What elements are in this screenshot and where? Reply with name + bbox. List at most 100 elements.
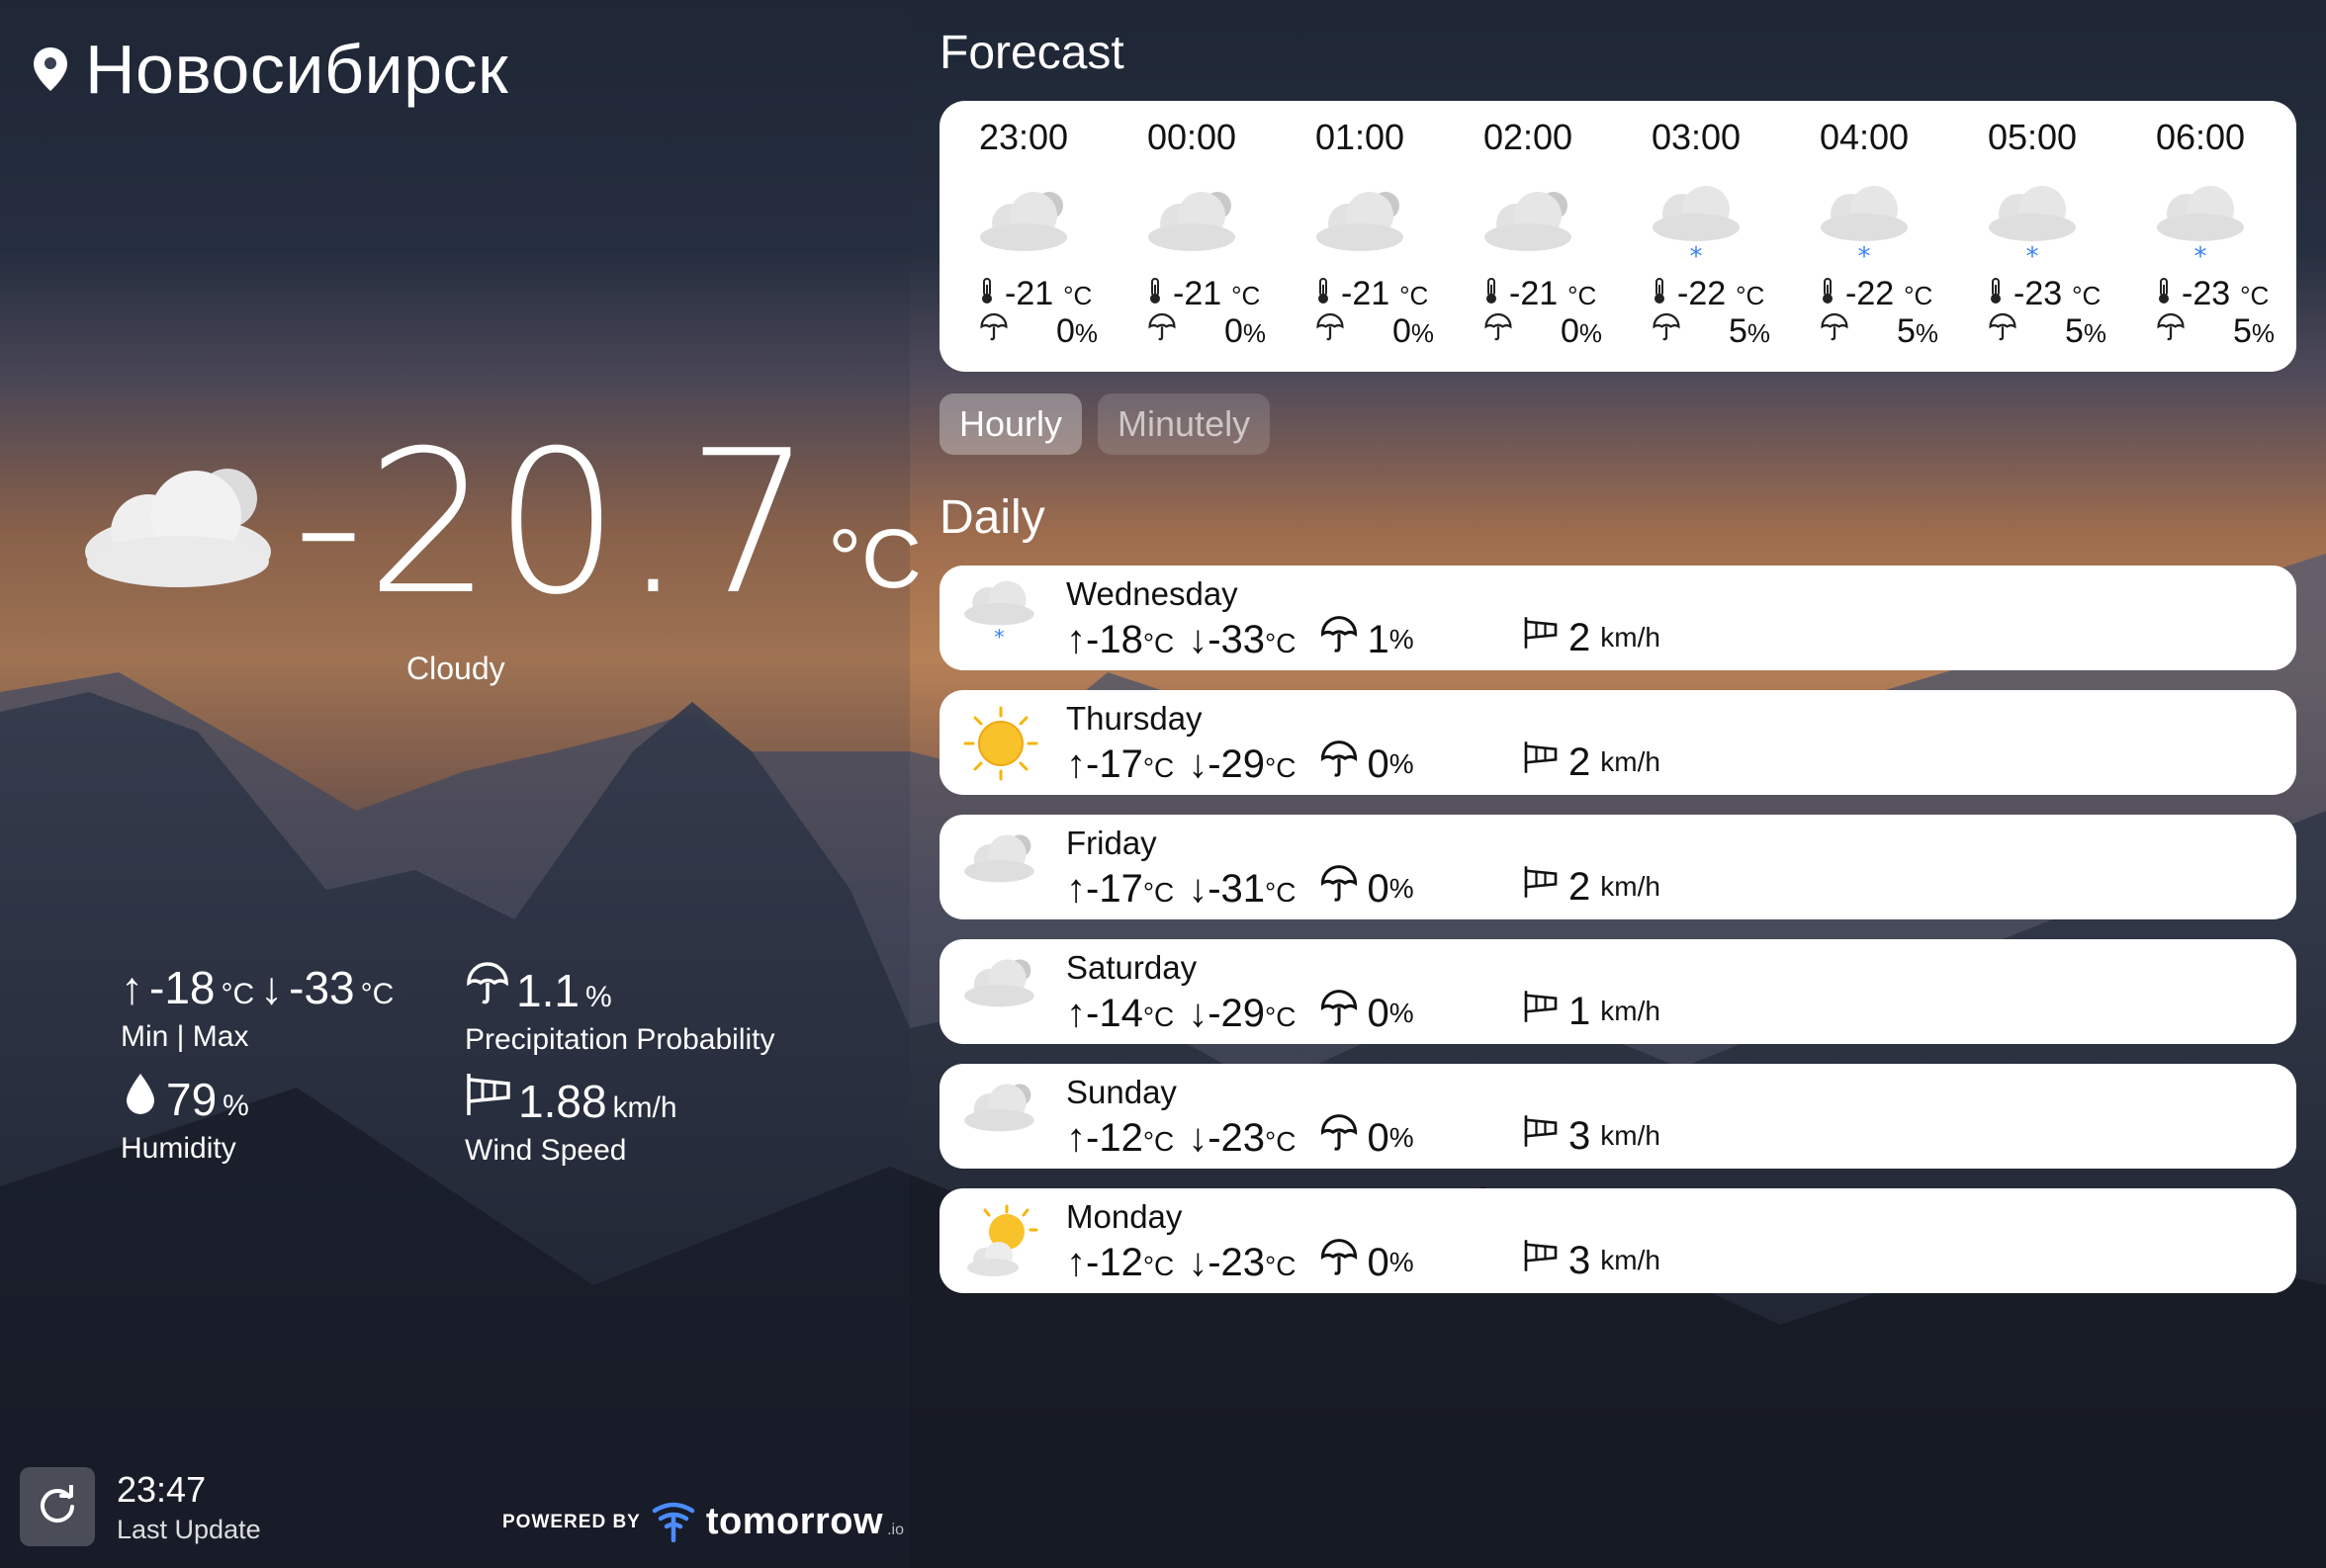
daily-row[interactable]: Monday ↑ -12 °C ↓ -23 °C 0% 3 km/h xyxy=(939,1188,2296,1293)
daily-title: Daily xyxy=(939,491,1045,544)
hour-temperature: -21 °C xyxy=(979,275,1092,313)
hour-temperature: -21 °C xyxy=(1147,275,1260,313)
day-max-unit: °C xyxy=(1142,751,1175,783)
hour-precip-unit: % xyxy=(1074,318,1098,348)
day-max-value: -12 xyxy=(1086,1115,1143,1160)
day-min: ↓ -23 °C xyxy=(1188,1116,1296,1161)
day-min-unit: °C xyxy=(1265,751,1297,783)
day-values: ↑ -14 °C ↓ -29 °C 0% xyxy=(1066,989,1414,1038)
hour-precip-unit: % xyxy=(1746,318,1770,348)
tomorrow-logo-icon xyxy=(651,1497,696,1547)
powered-by[interactable]: POWERED BY tomorrow .io xyxy=(502,1497,904,1547)
day-min-unit: °C xyxy=(1265,1001,1297,1032)
hour-time: 05:00 xyxy=(1987,117,2078,157)
brand-suffix: .io xyxy=(887,1521,904,1538)
cloudy-icon xyxy=(961,953,1037,1013)
droplet-icon xyxy=(121,1072,160,1126)
hour-temperature: -21 °C xyxy=(1483,275,1596,313)
wind-unit: km/h xyxy=(612,1091,677,1124)
day-min-value: -31 xyxy=(1208,866,1266,911)
day-values: ↑ -17 °C ↓ -31 °C 0% xyxy=(1066,864,1414,914)
svg-text:*: * xyxy=(2194,242,2207,267)
precipitation-value: 1.1 xyxy=(516,965,580,1016)
umbrella-icon xyxy=(2156,312,2186,351)
arrow-up-icon: ↑ xyxy=(1066,866,1086,911)
min-max-stat: ↑ -18 °C ↓ -33 °C Min | Max xyxy=(121,961,394,1054)
windsock-icon xyxy=(1523,1238,1559,1283)
hour-precip-value: 5 xyxy=(2232,312,2252,350)
svg-text:*: * xyxy=(1858,242,1871,267)
day-precip-unit: % xyxy=(1388,1122,1414,1153)
windsock-icon xyxy=(1523,1113,1559,1159)
hourly-item: 00:00 -21 °C 0% xyxy=(1108,101,1276,372)
day-max: ↑ -12 °C xyxy=(1066,1241,1174,1285)
hour-precipitation: 0% xyxy=(1483,312,1602,351)
min-temp: -33 xyxy=(289,962,355,1013)
day-precip-unit: % xyxy=(1388,1247,1414,1277)
day-wind: 3 km/h xyxy=(1523,1238,1660,1283)
daily-row[interactable]: * Wednesday ↑ -18 °C ↓ -33 °C 1% 2 km/h xyxy=(939,566,2296,670)
partly-cloudy-icon xyxy=(961,1202,1040,1286)
day-precip: 0% xyxy=(1319,864,1414,914)
day-min-unit: °C xyxy=(1265,876,1297,908)
svg-text:*: * xyxy=(2026,242,2039,267)
refresh-button[interactable] xyxy=(20,1467,95,1546)
day-values: ↑ -12 °C ↓ -23 °C 0% xyxy=(1066,1113,1414,1163)
day-precip-value: 0 xyxy=(1367,991,1389,1035)
tab-minutely[interactable]: Minutely xyxy=(1098,393,1271,455)
day-min: ↓ -31 °C xyxy=(1188,867,1296,912)
hour-precip-wrap: 0% xyxy=(1056,312,1098,351)
hour-precipitation: 0% xyxy=(1315,312,1434,351)
day-wind-unit: km/h xyxy=(1600,1245,1660,1275)
cloudy-icon xyxy=(976,184,1071,258)
day-wind-value: 2 xyxy=(1568,740,1591,784)
last-update-label: Last Update xyxy=(117,1514,261,1544)
daily-row[interactable]: Saturday ↑ -14 °C ↓ -29 °C 0% 1 km/h xyxy=(939,939,2296,1044)
day-precip: 0% xyxy=(1319,1113,1414,1163)
day-wind-value: 2 xyxy=(1568,864,1591,909)
day-name: Friday xyxy=(1066,825,1157,861)
daily-row[interactable]: Sunday ↑ -12 °C ↓ -23 °C 0% 3 km/h xyxy=(939,1064,2296,1169)
hour-precip-wrap: 0% xyxy=(1392,312,1434,351)
day-max-value: -17 xyxy=(1086,866,1143,911)
hour-precip-wrap: 5% xyxy=(1897,312,1938,351)
hour-time: 04:00 xyxy=(1819,117,1910,157)
day-wind-value: 3 xyxy=(1568,1238,1591,1282)
day-wind-unit: km/h xyxy=(1600,871,1660,902)
hour-temp-unit: °C xyxy=(1736,281,1765,310)
day-wind: 2 km/h xyxy=(1523,740,1660,785)
day-max-value: -12 xyxy=(1086,1240,1143,1284)
day-wind-unit: km/h xyxy=(1600,996,1660,1026)
day-wind: 2 km/h xyxy=(1523,864,1660,910)
umbrella-icon xyxy=(1820,312,1849,351)
day-min-value: -29 xyxy=(1208,741,1266,786)
hourly-item: 05:00 * -23 °C 5% xyxy=(1948,101,2116,372)
day-wind: 1 km/h xyxy=(1523,989,1660,1034)
cloudy-icon xyxy=(961,828,1037,889)
hourly-item: 06:00 * -23 °C 5% xyxy=(2116,101,2284,372)
hourly-item: 23:00 -21 °C 0% xyxy=(939,101,1108,372)
arrow-down-icon: ↓ xyxy=(1188,1240,1208,1284)
day-min-unit: °C xyxy=(1265,627,1297,658)
day-max-unit: °C xyxy=(1142,1250,1175,1281)
day-max: ↑ -14 °C xyxy=(1066,992,1174,1036)
tab-hourly[interactable]: Hourly xyxy=(939,393,1083,455)
arrow-down-icon: ↓ xyxy=(1188,1115,1208,1160)
day-max-unit: °C xyxy=(1142,1125,1175,1157)
last-update-time: 23:47 xyxy=(117,1468,207,1510)
daily-row[interactable]: Friday ↑ -17 °C ↓ -31 °C 0% 2 km/h xyxy=(939,815,2296,919)
daily-row[interactable]: Thursday ↑ -17 °C ↓ -29 °C 0% 2 km/h xyxy=(939,690,2296,795)
thermometer-icon xyxy=(979,275,995,313)
day-name: Saturday xyxy=(1066,949,1198,986)
day-max-unit: °C xyxy=(1142,876,1175,908)
hour-temp-unit: °C xyxy=(1063,281,1093,310)
day-precip-unit: % xyxy=(1388,748,1414,779)
day-min-value: -29 xyxy=(1208,991,1266,1035)
hour-precip-wrap: 0% xyxy=(1561,312,1602,351)
hour-temp-value: -22 xyxy=(1845,275,1895,312)
umbrella-icon xyxy=(979,312,1009,351)
last-update: 23:47 Last Update xyxy=(20,1467,261,1546)
day-precip: 1% xyxy=(1319,615,1414,664)
hour-precip-unit: % xyxy=(1915,318,1938,348)
day-values: ↑ -18 °C ↓ -33 °C 1% xyxy=(1066,615,1414,664)
